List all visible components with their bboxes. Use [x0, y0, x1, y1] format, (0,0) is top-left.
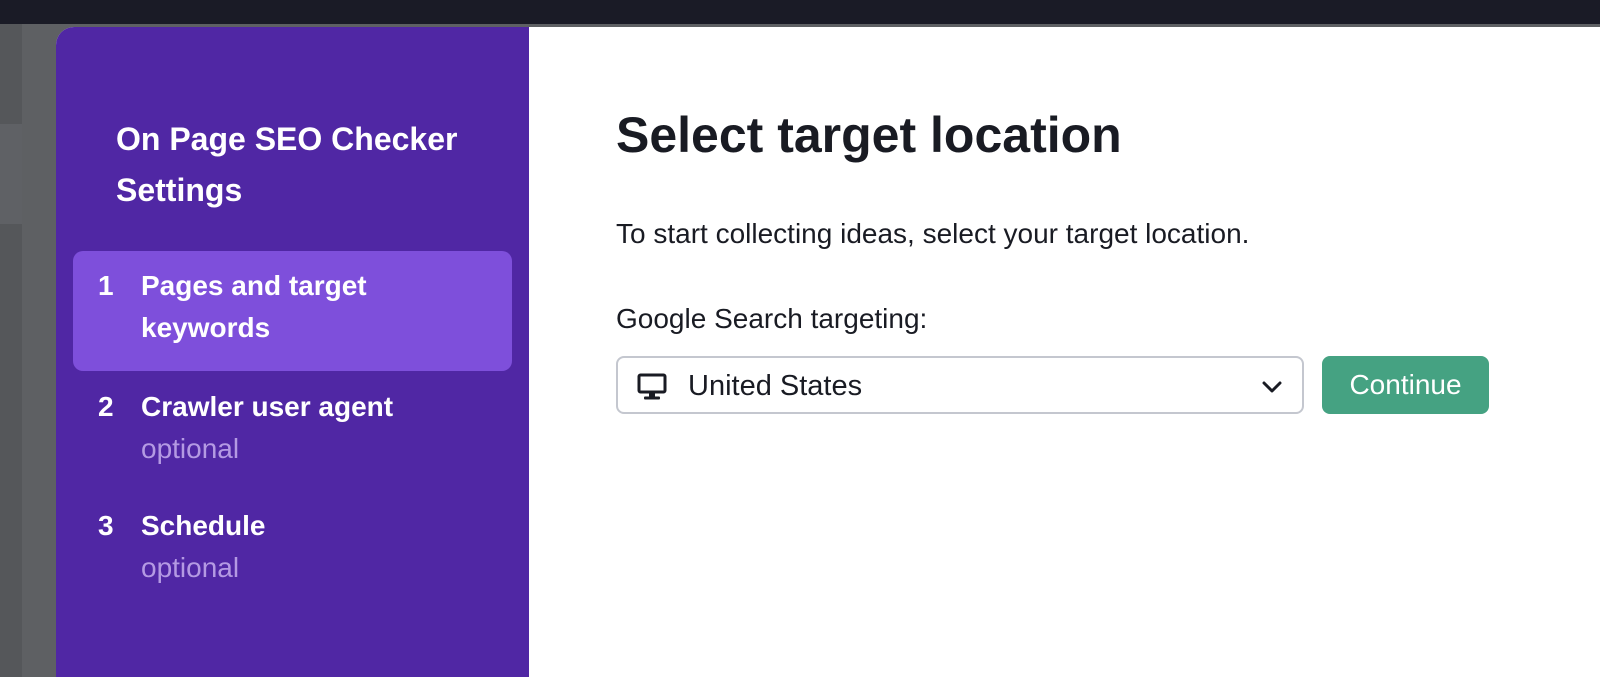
google-search-targeting-label: Google Search targeting:: [616, 303, 928, 334]
page-title: Select target location: [616, 107, 1122, 163]
step-schedule[interactable]: 3 Schedule optional: [73, 499, 512, 599]
page-description: To start collecting ideas, select your t…: [616, 218, 1250, 249]
continue-button[interactable]: Continue: [1322, 356, 1489, 414]
location-select[interactable]: United States: [616, 356, 1304, 414]
sidebar-title: On Page SEO Checker Settings: [116, 121, 458, 208]
settings-sidebar: On Page SEO Checker Settings 1 Pages and…: [56, 27, 529, 677]
steps-list: 1 Pages and target keywords 2 Crawler us…: [73, 251, 512, 583]
step-number: 2: [98, 391, 114, 422]
desktop-icon: [637, 373, 667, 400]
backdrop-edge-highlight: [0, 124, 22, 224]
step-pages-and-keywords[interactable]: 1 Pages and target keywords: [73, 251, 512, 371]
step-optional-note: optional: [141, 552, 240, 583]
top-bar: [0, 0, 1600, 24]
step-label: Schedule: [141, 510, 266, 541]
step-crawler-user-agent[interactable]: 2 Crawler user agent optional: [73, 380, 512, 480]
step-label: Crawler user agent: [141, 391, 394, 422]
location-select-value: United States: [688, 370, 863, 402]
step-optional-note: optional: [141, 433, 240, 464]
settings-content: Select target location To start collecti…: [529, 27, 1600, 677]
step-number: 3: [98, 510, 114, 541]
backdrop-edge: [0, 24, 22, 677]
step-number: 1: [98, 270, 114, 301]
settings-modal: On Page SEO Checker Settings 1 Pages and…: [56, 27, 1600, 677]
chevron-down-icon: [1262, 381, 1282, 393]
step-label: Pages and target keywords: [141, 270, 367, 343]
